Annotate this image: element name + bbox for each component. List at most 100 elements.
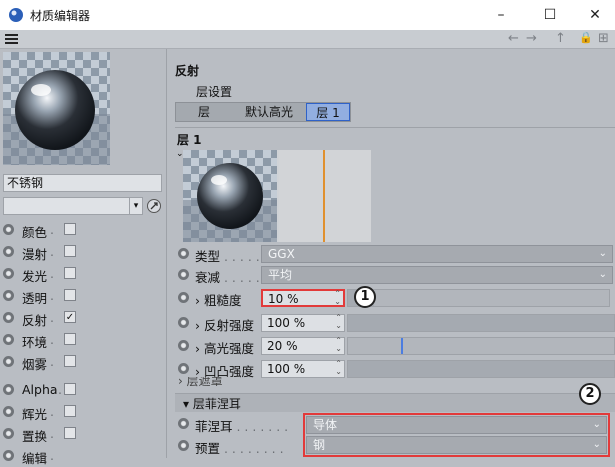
maximize-button[interactable]: ☐ [527, 0, 573, 30]
channel-dot-icon[interactable] [3, 334, 14, 345]
channel-item[interactable]: 发光. [3, 264, 163, 284]
channel-label: 反射 [22, 313, 48, 328]
tab-default-specular[interactable]: 默认高光 [232, 103, 306, 121]
animate-dot-icon[interactable] [178, 317, 189, 328]
animate-dot-icon[interactable] [178, 248, 189, 259]
specular-strength-field[interactable]: 20 % ⌃ ⌄ [261, 337, 345, 355]
spinner-icon: ⌃ ⌄ [335, 313, 342, 330]
animate-dot-icon[interactable] [178, 340, 189, 351]
reflection-strength-slider[interactable] [347, 314, 615, 332]
channel-dots: . [50, 222, 54, 237]
layer-preview-marker [323, 150, 325, 242]
back-arrow-icon[interactable]: ← [508, 31, 519, 46]
layer-preview [183, 150, 371, 242]
channel-item[interactable]: Alpha. [3, 380, 163, 400]
channel-dots: . [50, 426, 54, 441]
channel-label: 辉光 [22, 407, 48, 422]
material-type-select[interactable]: ▾ [3, 197, 143, 215]
channel-checkbox[interactable] [64, 245, 76, 257]
channel-checkbox[interactable]: ✓ [64, 311, 76, 323]
channel-checkbox[interactable] [64, 427, 76, 439]
reflection-strength-row: › 反射强度 100 % ⌃ ⌄ [175, 313, 615, 333]
fresnel-section-header[interactable]: ▾ 层菲涅耳 [175, 393, 615, 412]
up-arrow-icon[interactable]: ↑ [555, 31, 566, 46]
channel-dot-icon[interactable] [3, 290, 14, 301]
channel-label: 发光 [22, 269, 48, 284]
channel-dot-icon[interactable] [3, 356, 14, 367]
new-window-icon[interactable]: ⊞ [598, 31, 609, 46]
specular-strength-label: › 高光强度 [195, 341, 254, 356]
fresnel-header-label: ▾ 层菲涅耳 [183, 397, 241, 411]
material-preview[interactable] [3, 52, 110, 165]
panel-divider [166, 49, 167, 458]
channel-item[interactable]: 编辑. [3, 446, 163, 466]
channel-dots: . [50, 244, 54, 259]
type-dropdown[interactable]: GGX ⌄ [261, 245, 613, 263]
channel-dot-icon[interactable] [3, 268, 14, 279]
channel-item[interactable]: 漫射. [3, 242, 163, 262]
channel-dot-icon[interactable] [3, 312, 14, 323]
bump-strength-slider[interactable] [347, 360, 615, 378]
animate-dot-icon[interactable] [178, 363, 189, 374]
material-editor-icon [9, 8, 23, 22]
chevron-down-icon: ⌄ [592, 419, 601, 430]
material-name-field[interactable]: 不锈钢 [3, 174, 162, 192]
channel-item[interactable]: 置换. [3, 424, 163, 444]
channel-item[interactable]: 透明. [3, 286, 163, 306]
lock-icon[interactable]: 🔒 [579, 31, 593, 44]
reflection-strength-field[interactable]: 100 % ⌃ ⌄ [261, 314, 345, 332]
close-button[interactable]: ✕ [572, 0, 615, 30]
channel-checkbox[interactable] [64, 267, 76, 279]
channel-checkbox[interactable] [64, 405, 76, 417]
forward-arrow-icon[interactable]: → [526, 31, 537, 46]
fresnel-dropdown[interactable]: 导体 ⌄ [306, 416, 607, 434]
channel-checkbox[interactable] [64, 223, 76, 235]
tab-layer-1[interactable]: 层 1 [306, 103, 350, 121]
layer-settings-label: 层设置 [196, 85, 233, 99]
channel-item[interactable]: 颜色. [3, 220, 163, 240]
reflection-strength-label: › 反射强度 [195, 318, 254, 333]
bump-strength-field[interactable]: 100 % ⌃ ⌄ [261, 360, 345, 378]
layer-mask-label[interactable]: › 层遮罩 [178, 377, 223, 387]
channel-item[interactable]: 辉光. [3, 402, 163, 422]
specular-strength-slider[interactable] [347, 337, 615, 355]
title-bar: 材质编辑器 – ☐ ✕ [0, 0, 615, 30]
channel-item[interactable]: 环境. [3, 330, 163, 350]
hamburger-icon[interactable] [5, 32, 18, 45]
tab-layer[interactable]: 层 [176, 103, 232, 121]
channel-item[interactable]: 烟雾. [3, 352, 163, 372]
animate-dot-icon[interactable] [178, 292, 189, 303]
channel-dot-icon[interactable] [3, 384, 14, 395]
channel-dots: . [50, 288, 54, 303]
spinner-icon: ⌃ ⌄ [334, 289, 341, 306]
roughness-field[interactable]: 10 % ⌃ ⌄ [261, 289, 345, 307]
falloff-dropdown[interactable]: 平均 ⌄ [261, 266, 613, 284]
bump-strength-row: › 凹凸强度 100 % ⌃ ⌄ [175, 359, 615, 379]
channel-dot-icon[interactable] [3, 406, 14, 417]
channel-dot-icon[interactable] [3, 246, 14, 257]
roughness-label: › 粗糙度 [195, 293, 242, 308]
preset-dropdown[interactable]: 钢 ⌄ [306, 436, 607, 454]
animate-dot-icon[interactable] [178, 440, 189, 451]
animate-dot-icon[interactable] [178, 269, 189, 280]
channel-item[interactable]: 反射. ✓ [3, 308, 163, 328]
roughness-slider[interactable] [347, 289, 610, 307]
window-title: 材质编辑器 [30, 9, 91, 23]
channel-label: 置换 [22, 429, 48, 444]
channel-checkbox[interactable] [64, 383, 76, 395]
channel-dots: . [50, 404, 54, 419]
roughness-row: › 粗糙度 10 % ⌃ ⌄ [175, 288, 615, 308]
channel-dots: . [50, 332, 54, 347]
specular-strength-row: › 高光强度 20 % ⌃ ⌄ [175, 336, 615, 356]
channel-dot-icon[interactable] [3, 428, 14, 439]
channel-dot-icon[interactable] [3, 450, 14, 461]
chevron-down-icon: ⌄ [598, 248, 607, 259]
minimize-button[interactable]: – [478, 0, 524, 30]
channel-checkbox[interactable] [64, 333, 76, 345]
target-icon[interactable] [146, 198, 162, 214]
animate-dot-icon[interactable] [178, 418, 189, 429]
type-label: 类型 . . . . . . [195, 249, 268, 264]
channel-checkbox[interactable] [64, 355, 76, 367]
channel-checkbox[interactable] [64, 289, 76, 301]
channel-dot-icon[interactable] [3, 224, 14, 235]
